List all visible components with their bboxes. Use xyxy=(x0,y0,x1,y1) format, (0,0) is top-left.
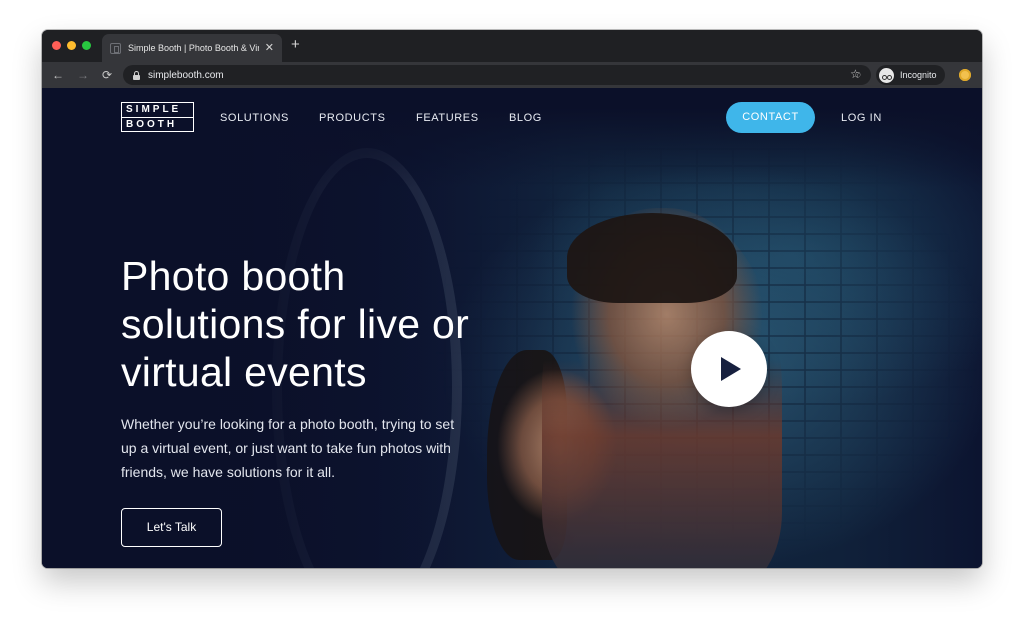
minimize-window-button[interactable] xyxy=(67,41,76,50)
incognito-label: Incognito xyxy=(900,70,937,80)
nav-solutions[interactable]: SOLUTIONS xyxy=(220,112,289,124)
browser-tab[interactable]: Simple Booth | Photo Booth & Virtual Eve… xyxy=(102,34,282,62)
browser-toolbar: ← → ⟳ simplebooth.com ◌ ☆ Incognito xyxy=(42,62,982,88)
hero-photo-man-hair xyxy=(567,213,737,303)
web-page: SIMPLE BOOTH SOLUTIONS PRODUCTS FEATURES… xyxy=(42,88,982,568)
play-video-button[interactable] xyxy=(691,331,767,407)
arrow-left-icon[interactable]: ← xyxy=(50,67,66,83)
close-window-button[interactable] xyxy=(52,41,61,50)
close-icon[interactable]: ✕ xyxy=(265,42,274,54)
arrow-right-icon[interactable]: → xyxy=(75,67,91,83)
reload-icon[interactable]: ⟳ xyxy=(99,67,115,83)
address-bar[interactable]: simplebooth.com ◌ xyxy=(123,65,871,85)
incognito-profile-button[interactable]: Incognito xyxy=(876,65,945,85)
lets-talk-button[interactable]: Let's Talk xyxy=(121,508,222,547)
play-icon xyxy=(721,357,741,381)
incognito-icon xyxy=(879,67,894,83)
nav-blog[interactable]: BLOG xyxy=(509,112,542,124)
site-logo[interactable]: SIMPLE BOOTH xyxy=(121,102,194,132)
favicon-icon xyxy=(110,42,121,54)
maximize-window-button[interactable] xyxy=(82,41,91,50)
lock-icon[interactable] xyxy=(133,70,140,80)
tab-strip: Simple Booth | Photo Booth & Virtual Eve… xyxy=(42,30,982,62)
extension-icon[interactable] xyxy=(959,69,971,81)
plus-icon[interactable]: + xyxy=(291,37,300,52)
url-text[interactable]: simplebooth.com xyxy=(148,70,224,81)
login-link[interactable]: LOG IN xyxy=(841,112,882,124)
browser-window: Simple Booth | Photo Booth & Virtual Eve… xyxy=(42,30,982,568)
logo-line-2: BOOTH xyxy=(122,116,193,131)
tab-title: Simple Booth | Photo Booth & Virtual Eve… xyxy=(128,43,259,53)
logo-line-1: SIMPLE xyxy=(126,103,182,115)
nav-products[interactable]: PRODUCTS xyxy=(319,112,386,124)
nav-features[interactable]: FEATURES xyxy=(416,112,479,124)
hero-subcopy: Whether you’re looking for a photo booth… xyxy=(121,416,455,480)
contact-button[interactable]: CONTACT xyxy=(726,102,815,133)
hero-headline: Photo booth solutions for live or virtua… xyxy=(121,253,470,395)
star-icon[interactable]: ☆ xyxy=(850,67,861,81)
